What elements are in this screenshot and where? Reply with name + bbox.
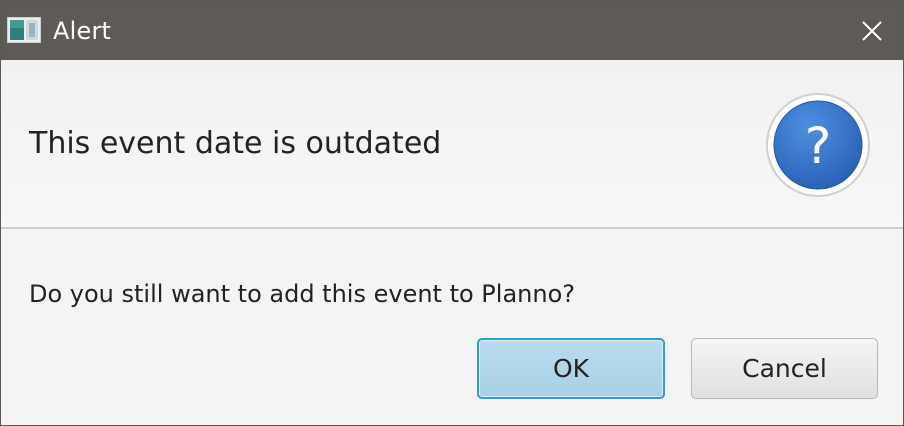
cancel-button[interactable]: Cancel xyxy=(691,338,878,399)
ok-button[interactable]: OK xyxy=(477,338,665,399)
content-text: Do you still want to add this event to P… xyxy=(29,280,575,308)
header-text: This event date is outdated xyxy=(29,126,442,161)
app-window-icon xyxy=(7,17,41,43)
title-bar[interactable]: Alert xyxy=(1,1,903,60)
close-icon xyxy=(862,21,882,41)
dialog-header: This event date is outdated ? xyxy=(1,60,903,229)
cancel-button-label: Cancel xyxy=(742,354,827,383)
close-button[interactable] xyxy=(841,1,903,60)
svg-text:?: ? xyxy=(805,117,832,175)
ok-button-label: OK xyxy=(552,354,590,383)
alert-dialog: Alert This event date is outdated ? Do y… xyxy=(0,0,904,426)
window-title: Alert xyxy=(53,17,112,45)
question-icon: ? xyxy=(765,92,871,198)
